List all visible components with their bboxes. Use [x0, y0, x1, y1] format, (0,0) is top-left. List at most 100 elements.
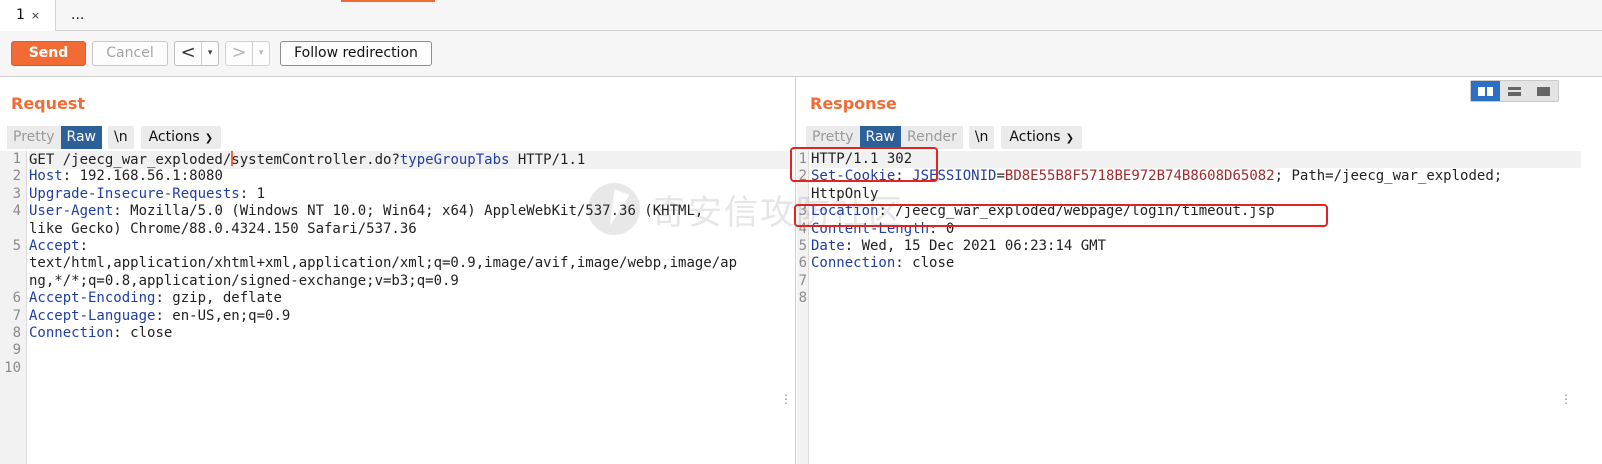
response-line: Content-Length: 0 [811, 221, 954, 238]
header-sep: : [844, 238, 862, 254]
line-number: 1 [12, 151, 21, 167]
chevron-down-icon[interactable]: ▾ [253, 42, 269, 65]
request-view-tabs: Pretty Raw \n Actions ❯ [7, 126, 222, 149]
header-name: Accept [29, 238, 80, 254]
chevron-down-icon[interactable]: ▾ [202, 42, 218, 65]
line-number: 4 [12, 203, 21, 220]
header-name: Connection [811, 255, 896, 272]
request-protocol: HTTP/1.1 [509, 152, 586, 168]
request-line-wrap: ng,*/*;q=0.8,application/signed-exchange… [29, 272, 459, 289]
header-value: close [912, 255, 955, 272]
header-sep: : [113, 325, 131, 341]
header-name: Host [29, 168, 63, 185]
request-tab-pretty[interactable]: Pretty [7, 126, 61, 149]
header-sep: : [62, 168, 80, 185]
line-number: 6 [798, 255, 807, 272]
header-sep: : [155, 307, 173, 324]
header-name: Accept-Encoding [29, 290, 156, 307]
request-line-text: GET /jeecg_war_exploded/ [29, 152, 232, 168]
request-line: Host: 192.168.56.1:8080 [29, 168, 223, 185]
close-icon[interactable]: × [31, 9, 40, 22]
line-number: 1 [798, 151, 807, 167]
header-name: Content-Length [811, 220, 930, 237]
cookie-attrs: ; Path=/jeecg_war_exploded; [1274, 168, 1503, 185]
header-name: User-Agent [29, 203, 114, 220]
response-pane: Response Pretty Raw Render \n Actions ❯ 1… [797, 77, 1602, 464]
forward-arrow-icon[interactable]: > [226, 42, 254, 65]
header-sep: : [929, 220, 946, 237]
line-number: 5 [12, 238, 21, 254]
request-line: Accept-Language: en-US,en;q=0.9 [29, 308, 290, 325]
line-number: 8 [798, 290, 807, 307]
request-line: User-Agent: Mozilla/5.0 (Windows NT 10.0… [29, 203, 703, 220]
pane-resize-handle[interactable]: ⋮ [780, 393, 792, 405]
back-arrow-icon[interactable]: < [175, 42, 203, 65]
request-line: Connection: close [29, 325, 172, 342]
request-line: Upgrade-Insecure-Requests: 1 [29, 186, 265, 203]
line-number: 7 [12, 307, 21, 324]
request-actions-menu[interactable]: Actions ❯ [140, 126, 222, 149]
cookie-value: BD8E55B8F5718BE972B74B8608D65082 [1004, 168, 1275, 185]
request-title: Request [11, 94, 86, 113]
line-number: 7 [798, 272, 807, 289]
line-number: 6 [12, 290, 21, 307]
header-sep: : [895, 168, 913, 185]
back-nav-group: < ▾ [174, 41, 219, 66]
follow-redirection-button[interactable]: Follow redirection [280, 41, 432, 66]
actions-label: Actions [1009, 129, 1061, 145]
request-editor[interactable]: 1 2 3 4 5 6 7 8 9 10 GET /jeecg_war_expl… [0, 151, 795, 464]
line-number: 9 [12, 342, 21, 359]
response-line: Date: Wed, 15 Dec 2021 06:23:14 GMT [811, 238, 1106, 255]
response-newline-toggle[interactable]: \n [968, 126, 995, 149]
header-value: /jeecg_war_exploded/webpage/login/timeou… [895, 203, 1275, 220]
header-value: 0 [945, 220, 955, 237]
header-value: en-US,en;q=0.9 [172, 307, 291, 324]
line-number: 3 [798, 203, 807, 220]
response-tab-raw[interactable]: Raw [859, 126, 901, 149]
tab-1[interactable]: 1 × [0, 0, 56, 31]
response-tab-pretty[interactable]: Pretty [806, 126, 860, 149]
layout-toggle-group [1470, 80, 1559, 102]
request-line-wrap: like Gecko) Chrome/88.0.4324.150 Safari/… [29, 220, 417, 237]
response-line-gutter: 1 2 3 4 5 6 7 8 [797, 151, 809, 464]
header-value: 192.168.56.1:8080 [79, 168, 223, 185]
layout-stacked-icon[interactable] [1500, 81, 1529, 101]
send-button[interactable]: Send [11, 41, 86, 66]
header-name: Location [811, 203, 879, 220]
request-newline-toggle[interactable]: \n [107, 126, 134, 149]
layout-side-by-side-icon[interactable] [1471, 81, 1500, 101]
line-number: 10 [4, 359, 21, 376]
request-pane: Request Pretty Raw \n Actions ❯ 1 2 3 4 5… [0, 77, 796, 464]
tab-more[interactable]: ... [57, 0, 119, 31]
header-name: Accept-Language [29, 307, 156, 324]
response-editor[interactable]: 1 2 3 4 5 6 7 8 HTTP/1.1 302 Set-Cookie:… [797, 151, 1602, 464]
tab-accent-bar [341, 0, 435, 2]
header-sep: : [155, 290, 173, 307]
header-value: close [130, 325, 173, 341]
response-actions-menu[interactable]: Actions ❯ [1001, 126, 1082, 149]
header-value: gzip, deflate [172, 290, 282, 307]
response-view-tabs: Pretty Raw Render \n Actions ❯ [806, 126, 1082, 149]
response-line: Connection: close [811, 255, 954, 272]
request-line: Accept-Encoding: gzip, deflate [29, 290, 282, 307]
request-line-gutter: 1 2 3 4 5 6 7 8 9 10 [0, 151, 27, 464]
query-param: typeGroupTabs [399, 152, 510, 168]
cancel-button[interactable]: Cancel [92, 41, 168, 66]
layout-single-icon[interactable] [1529, 81, 1558, 101]
cookie-eq: = [996, 168, 1005, 185]
line-number: 3 [12, 185, 21, 202]
line-number: 4 [798, 220, 807, 237]
request-path: systemController.do? [231, 152, 400, 168]
response-tab-render[interactable]: Render [900, 126, 963, 149]
forward-nav-group: > ▾ [225, 41, 270, 66]
toolbar: Send Cancel < ▾ > ▾ Follow redirection [0, 31, 1602, 77]
pane-resize-handle[interactable]: ⋮ [1560, 393, 1572, 405]
request-tab-raw[interactable]: Raw [60, 126, 102, 149]
header-sep: : [878, 203, 896, 220]
header-name: Date [811, 238, 845, 254]
header-name: Upgrade-Insecure-Requests [29, 185, 240, 202]
header-sep: : [895, 255, 913, 272]
actions-label: Actions [148, 129, 200, 145]
header-name: Connection [29, 325, 114, 341]
line-number: 2 [12, 168, 21, 185]
